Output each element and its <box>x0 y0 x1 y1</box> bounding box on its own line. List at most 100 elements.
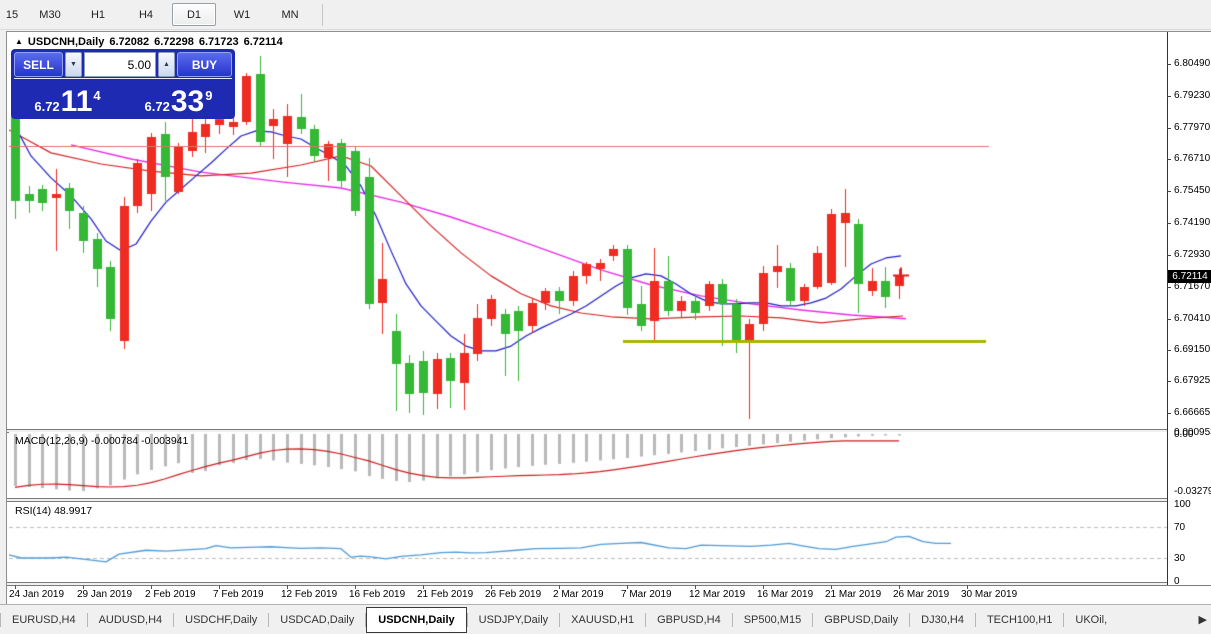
tab-usdjpy-daily[interactable]: USDJPY,Daily <box>468 609 560 631</box>
collapse-triangle-icon[interactable]: ▲ <box>15 37 23 46</box>
bid-big-digits: 11 <box>61 87 93 117</box>
price-tick <box>1167 287 1171 288</box>
pane-separator[interactable] <box>7 582 1211 586</box>
tab-usdcad-daily[interactable]: USDCAD,Daily <box>269 609 365 631</box>
price-axis-label: 6.69150 <box>1174 344 1210 355</box>
date-axis-label: 16 Feb 2019 <box>349 589 405 600</box>
chevron-up-icon: ▲ <box>163 61 170 68</box>
date-axis-label: 7 Mar 2019 <box>621 589 672 600</box>
bid-price-display[interactable]: 6.72 11 4 <box>14 80 121 118</box>
tab-scroll-right-icon[interactable]: ▶ <box>1199 613 1207 626</box>
price-axis-label: 6.67925 <box>1174 375 1210 386</box>
chart-tabs: EURUSD,H4AUDUSD,H4USDCHF,DailyUSDCAD,Dai… <box>0 607 1118 633</box>
price-tick <box>1167 191 1171 192</box>
volume-dropdown-button[interactable]: ▼ <box>65 52 82 77</box>
symbol-period-label: USDCNH,Daily <box>28 36 104 48</box>
ask-big-digits: 33 <box>171 87 204 117</box>
price-axis-label: 6.74190 <box>1174 217 1210 228</box>
date-axis-label: 12 Mar 2019 <box>689 589 745 600</box>
price-tick <box>1167 64 1171 65</box>
timeframe-toolbar: 15M30H1H4D1W1MN <box>0 0 1211 30</box>
chart-tab-bar: EURUSD,H4AUDUSD,H4USDCHF,DailyUSDCAD,Dai… <box>0 604 1211 634</box>
trading-terminal: 15M30H1H4D1W1MN 6.80490 6.79230 6.77970 6.7… <box>0 0 1211 634</box>
price-tick <box>1167 96 1171 97</box>
date-axis-label: 24 Jan 2019 <box>9 589 64 600</box>
price-tick <box>1167 128 1171 129</box>
timeframe-button-w1[interactable]: W1 <box>220 3 264 26</box>
tab-gbpusd-h4[interactable]: GBPUSD,H4 <box>646 609 732 631</box>
macd-axis-label: 0.000953 <box>1174 427 1211 438</box>
date-axis-label: 29 Jan 2019 <box>77 589 132 600</box>
date-axis-label: 7 Feb 2019 <box>213 589 264 600</box>
quote-close: 6.72114 <box>244 36 283 48</box>
quote-open: 6.72082 <box>109 36 149 48</box>
tab-tech100-h1[interactable]: TECH100,H1 <box>976 609 1063 631</box>
date-axis-label: 2 Mar 2019 <box>553 589 604 600</box>
quote-row: 6.72 11 4 6.72 33 9 <box>14 80 232 118</box>
volume-spin-up-button[interactable]: ▲ <box>158 52 175 77</box>
rsi-pane-canvas[interactable] <box>9 502 1167 582</box>
tab-sp500-m15[interactable]: SP500,M15 <box>733 609 812 631</box>
tab-dj30-h4[interactable]: DJ30,H4 <box>910 609 975 631</box>
timeframe-button-d1[interactable]: D1 <box>172 3 216 26</box>
sell-button[interactable]: SELL <box>14 52 63 77</box>
ask-price-display[interactable]: 6.72 33 9 <box>125 80 232 118</box>
rsi-axis-label: 0 <box>1174 576 1180 587</box>
macd-indicator-label: MACD(12,26,9) -0.000784 -0.003941 <box>15 435 188 447</box>
timeframe-button-15[interactable]: 15 <box>0 3 24 26</box>
date-axis-label: 21 Feb 2019 <box>417 589 473 600</box>
price-axis-label: 6.70410 <box>1174 313 1210 324</box>
price-axis-label: 6.80490 <box>1174 58 1210 69</box>
timeframe-button-h1[interactable]: H1 <box>76 3 120 26</box>
chevron-down-icon: ▼ <box>70 61 77 68</box>
ask-prefix: 6.72 <box>145 100 170 113</box>
tab-eurusd-h4[interactable]: EURUSD,H4 <box>1 609 87 631</box>
tab-audusd-h4[interactable]: AUDUSD,H4 <box>88 609 174 631</box>
date-axis-label: 26 Feb 2019 <box>485 589 541 600</box>
timeframe-button-mn[interactable]: MN <box>268 3 312 26</box>
price-axis-label: 6.75450 <box>1174 185 1210 196</box>
buy-button[interactable]: BUY <box>177 52 232 77</box>
rsi-indicator-label: RSI(14) 48.9917 <box>15 505 92 517</box>
tab-ukoil-[interactable]: UKOil, <box>1064 609 1118 631</box>
price-tick <box>1167 350 1171 351</box>
toolbar-divider <box>322 4 323 26</box>
date-axis-label: 30 Mar 2019 <box>961 589 1017 600</box>
price-axis-label: 6.79230 <box>1174 90 1210 101</box>
quote-high: 6.72298 <box>154 36 194 48</box>
rsi-axis-label: 100 <box>1174 499 1191 510</box>
date-axis-label: 12 Feb 2019 <box>281 589 337 600</box>
date-axis-label: 26 Mar 2019 <box>893 589 949 600</box>
volume-input[interactable] <box>84 52 156 77</box>
rsi-axis-label: 70 <box>1174 522 1185 533</box>
current-price-badge: 6.72114 <box>1168 270 1211 283</box>
price-tick <box>1167 319 1171 320</box>
date-axis-label: 16 Mar 2019 <box>757 589 813 600</box>
trade-controls-row: SELL ▼ ▲ BUY <box>14 52 232 79</box>
quote-low: 6.71723 <box>199 36 239 48</box>
price-axis-label: 6.77970 <box>1174 122 1210 133</box>
price-axis-label: 6.66665 <box>1174 407 1210 418</box>
bid-prefix: 6.72 <box>34 100 59 113</box>
date-axis-label: 21 Mar 2019 <box>825 589 881 600</box>
price-axis-label: 6.72930 <box>1174 249 1210 260</box>
price-tick <box>1167 381 1171 382</box>
macd-axis-label: -0.032793 <box>1174 486 1211 497</box>
chart-title: ▲ USDCNH,Daily 6.72082 6.72298 6.71723 6… <box>15 36 283 48</box>
timeframe-button-m30[interactable]: M30 <box>28 3 72 26</box>
tab-xauusd-h1[interactable]: XAUUSD,H1 <box>560 609 645 631</box>
ask-pip-digit: 9 <box>205 89 212 102</box>
tab-usdcnh-daily[interactable]: USDCNH,Daily <box>366 607 466 633</box>
tab-usdchf-daily[interactable]: USDCHF,Daily <box>174 609 268 631</box>
rsi-axis-label: 30 <box>1174 553 1185 564</box>
price-axis-label: 6.76710 <box>1174 153 1210 164</box>
price-tick <box>1167 223 1171 224</box>
timeframe-button-h4[interactable]: H4 <box>124 3 168 26</box>
price-tick <box>1167 159 1171 160</box>
price-tick <box>1167 255 1171 256</box>
tab-gbpusd-daily[interactable]: GBPUSD,Daily <box>813 609 909 631</box>
bid-pip-digit: 4 <box>93 89 100 102</box>
chart-window: 6.80490 6.79230 6.77970 6.76710 6.75450 6.741… <box>6 31 1211 605</box>
timeframe-buttons: 15M30H1H4D1W1MN <box>0 3 314 26</box>
date-axis-label: 2 Feb 2019 <box>145 589 196 600</box>
